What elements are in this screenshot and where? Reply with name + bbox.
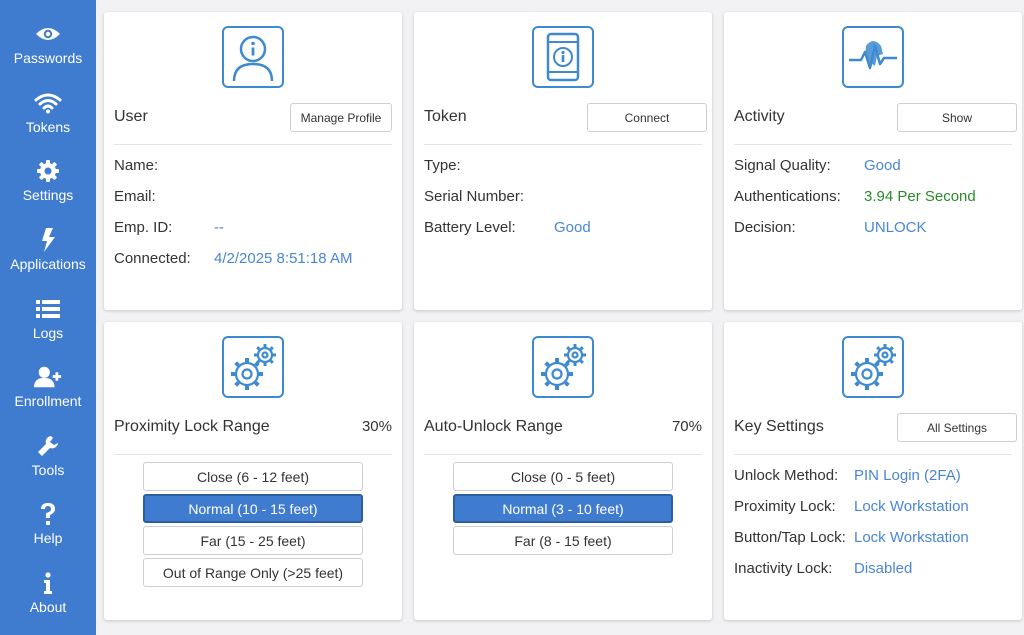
nav-passwords[interactable]: Passwords [0, 14, 96, 80]
manage-profile-button[interactable]: Manage Profile [290, 103, 392, 132]
divider [114, 144, 392, 145]
signal-quality-value: Good [864, 157, 901, 174]
user-icon [222, 26, 284, 88]
connect-button[interactable]: Connect [587, 103, 707, 132]
proximity-lock-value: Lock Workstation [854, 498, 969, 515]
proximity-lock-title: Proximity Lock Range [114, 418, 270, 435]
nav-applications-label: Applications [10, 256, 86, 272]
question-icon [34, 500, 62, 528]
nav-about[interactable]: About [0, 563, 96, 629]
nav-logs-label: Logs [32, 325, 64, 341]
token-serial-label: Serial Number: [424, 188, 525, 205]
token-type-label: Type: [424, 157, 461, 174]
eye-icon [34, 20, 62, 48]
proximity-out-of-range-option[interactable]: Out of Range Only (>25 feet) [143, 558, 363, 587]
divider [424, 454, 702, 455]
user-empid-value: -- [214, 219, 224, 236]
gears-icon [842, 336, 904, 398]
token-icon [532, 26, 594, 88]
nav-logs[interactable]: Logs [0, 289, 96, 355]
nav-tokens-label: Tokens [25, 119, 71, 135]
user-card-title: User [114, 108, 148, 125]
activity-card-title: Activity [734, 108, 785, 125]
user-email-label: Email: [114, 188, 156, 205]
proximity-close-option[interactable]: Close (6 - 12 feet) [143, 462, 363, 491]
nav-about-label: About [29, 599, 67, 615]
token-card: Token Connect Type: Serial Number: Batte… [414, 12, 712, 310]
wrench-icon [34, 432, 62, 460]
token-battery-value: Good [554, 219, 591, 236]
nav-settings[interactable]: Settings [0, 151, 96, 217]
nav-enrollment-label: Enrollment [14, 393, 82, 409]
inactivity-lock-label: Inactivity Lock: [734, 560, 833, 577]
unlock-method-label: Unlock Method: [734, 467, 839, 484]
nav-passwords-label: Passwords [13, 50, 83, 66]
gears-icon [532, 336, 594, 398]
decision-label: Decision: [734, 219, 796, 236]
authentications-label: Authentications: [734, 188, 841, 205]
user-connected-value: 4/2/2025 8:51:18 AM [214, 250, 353, 267]
nav-help[interactable]: Help [0, 494, 96, 560]
user-card: User Manage Profile Name: Email: Emp. ID… [104, 12, 402, 310]
all-settings-button[interactable]: All Settings [897, 413, 1017, 442]
auto-unlock-title: Auto-Unlock Range [424, 418, 563, 435]
add-user-icon [34, 363, 62, 391]
proximity-normal-option[interactable]: Normal (10 - 15 feet) [143, 494, 363, 523]
wifi-icon [34, 89, 62, 117]
divider [734, 454, 1012, 455]
nav-enrollment[interactable]: Enrollment [0, 357, 96, 423]
user-empid-label: Emp. ID: [114, 219, 173, 236]
list-icon [34, 295, 62, 323]
divider [424, 144, 702, 145]
proximity-lock-percent: 30% [361, 418, 392, 435]
auto-unlock-card: Auto-Unlock Range 70% Close (0 - 5 feet)… [414, 322, 712, 620]
activity-icon [842, 26, 904, 88]
gears-icon [222, 336, 284, 398]
lightning-icon [34, 226, 62, 254]
divider [734, 144, 1012, 145]
sidebar: Passwords Tokens Settings Applications L… [0, 0, 96, 635]
activity-card: Activity Show Signal Quality: Good Authe… [724, 12, 1022, 310]
button-tap-lock-label: Button/Tap Lock: [734, 529, 846, 546]
token-battery-label: Battery Level: [424, 219, 516, 236]
token-card-title: Token [424, 108, 467, 125]
nav-help-label: Help [33, 530, 63, 546]
proximity-lock-label: Proximity Lock: [734, 498, 836, 515]
button-tap-lock-value: Lock Workstation [854, 529, 969, 546]
unlock-method-value: PIN Login (2FA) [854, 467, 961, 484]
auto-unlock-percent: 70% [671, 418, 702, 435]
user-name-label: Name: [114, 157, 159, 174]
show-button[interactable]: Show [897, 103, 1017, 132]
key-settings-card: Key Settings All Settings Unlock Method:… [724, 322, 1022, 620]
proximity-lock-card: Proximity Lock Range 30% Close (6 - 12 f… [104, 322, 402, 620]
nav-settings-label: Settings [22, 187, 74, 203]
decision-value: UNLOCK [864, 219, 927, 236]
divider [114, 454, 392, 455]
user-connected-label: Connected: [114, 250, 191, 267]
nav-tools-label: Tools [31, 462, 65, 478]
auto-unlock-close-option[interactable]: Close (0 - 5 feet) [453, 462, 673, 491]
inactivity-lock-value: Disabled [854, 560, 913, 577]
info-icon [34, 569, 62, 597]
nav-tokens[interactable]: Tokens [0, 83, 96, 149]
nav-applications[interactable]: Applications [0, 220, 96, 286]
auto-unlock-normal-option[interactable]: Normal (3 - 10 feet) [453, 494, 673, 523]
auto-unlock-far-option[interactable]: Far (8 - 15 feet) [453, 526, 673, 555]
signal-quality-label: Signal Quality: [734, 157, 831, 174]
gear-icon [34, 157, 62, 185]
proximity-far-option[interactable]: Far (15 - 25 feet) [143, 526, 363, 555]
key-settings-title: Key Settings [734, 418, 824, 435]
authentications-value: 3.94 Per Second [864, 188, 976, 205]
nav-tools[interactable]: Tools [0, 426, 96, 492]
